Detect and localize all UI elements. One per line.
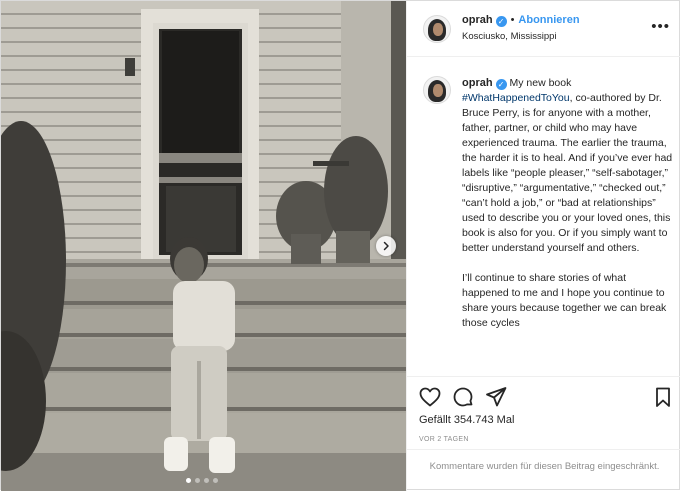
username-link[interactable]: oprah xyxy=(462,14,493,26)
header-title-row: oprah ✓ • Abonnieren xyxy=(462,14,580,27)
likes-count[interactable]: Gefällt 354.743 Mal xyxy=(419,414,514,426)
avatar[interactable] xyxy=(423,76,451,104)
more-horizontal-icon[interactable]: ••• xyxy=(651,18,670,35)
post-photo[interactable] xyxy=(1,1,406,491)
post-timestamp[interactable]: VOR 2 TAGEN xyxy=(419,436,469,443)
carousel-indicator xyxy=(186,478,218,483)
post-side-panel: oprah ✓ • Abonnieren Kosciusko, Mississippi… xyxy=(406,1,680,491)
avatar[interactable] xyxy=(423,15,451,43)
carousel-next-button[interactable] xyxy=(376,236,396,256)
heart-icon xyxy=(419,387,441,407)
caption-paragraph-2: I’ll continue to share stories of what h… xyxy=(462,272,667,329)
caption-text-2: , co-authored by Dr. Bruce Perry, is for… xyxy=(462,92,673,254)
bookmark-icon xyxy=(656,387,670,407)
post-actions: Gefällt 354.743 Mal VOR 2 TAGEN Kommenta… xyxy=(407,376,680,491)
chevron-right-icon xyxy=(383,241,389,251)
follow-button[interactable]: Abonnieren xyxy=(518,14,579,26)
save-button[interactable] xyxy=(651,385,675,409)
caption-text: oprah ✓ My new book #WhatHappenedToYou, c… xyxy=(462,76,674,346)
caption-scroll-area[interactable]: oprah ✓ My new book #WhatHappenedToYou, c… xyxy=(407,58,680,376)
caption-text-1: My new book xyxy=(509,77,572,89)
comments-disabled-notice: Kommentare wurden für diesen Beitrag ein… xyxy=(407,449,680,492)
carousel-dot xyxy=(204,478,209,483)
comment-icon xyxy=(453,387,473,407)
like-button[interactable] xyxy=(418,385,442,409)
verified-badge-icon: ✓ xyxy=(495,16,507,27)
carousel-dot xyxy=(213,478,218,483)
share-icon xyxy=(486,387,507,407)
carousel-dot xyxy=(186,478,191,483)
location-link[interactable]: Kosciusko, Mississippi xyxy=(462,31,557,42)
vintage-porch-photo xyxy=(1,1,406,491)
carousel-dot xyxy=(195,478,200,483)
post-header: oprah ✓ • Abonnieren Kosciusko, Mississippi… xyxy=(407,1,680,57)
hashtag-link[interactable]: #WhatHappenedToYou xyxy=(462,92,570,104)
comments-disabled-text: Kommentare wurden für diesen Beitrag ein… xyxy=(429,461,660,472)
verified-badge-icon: ✓ xyxy=(495,79,507,90)
instagram-post: oprah ✓ • Abonnieren Kosciusko, Mississippi… xyxy=(0,0,680,491)
share-button[interactable] xyxy=(484,385,508,409)
caption-username-link[interactable]: oprah xyxy=(462,77,493,89)
comment-button[interactable] xyxy=(451,385,475,409)
separator-dot: • xyxy=(510,14,515,26)
